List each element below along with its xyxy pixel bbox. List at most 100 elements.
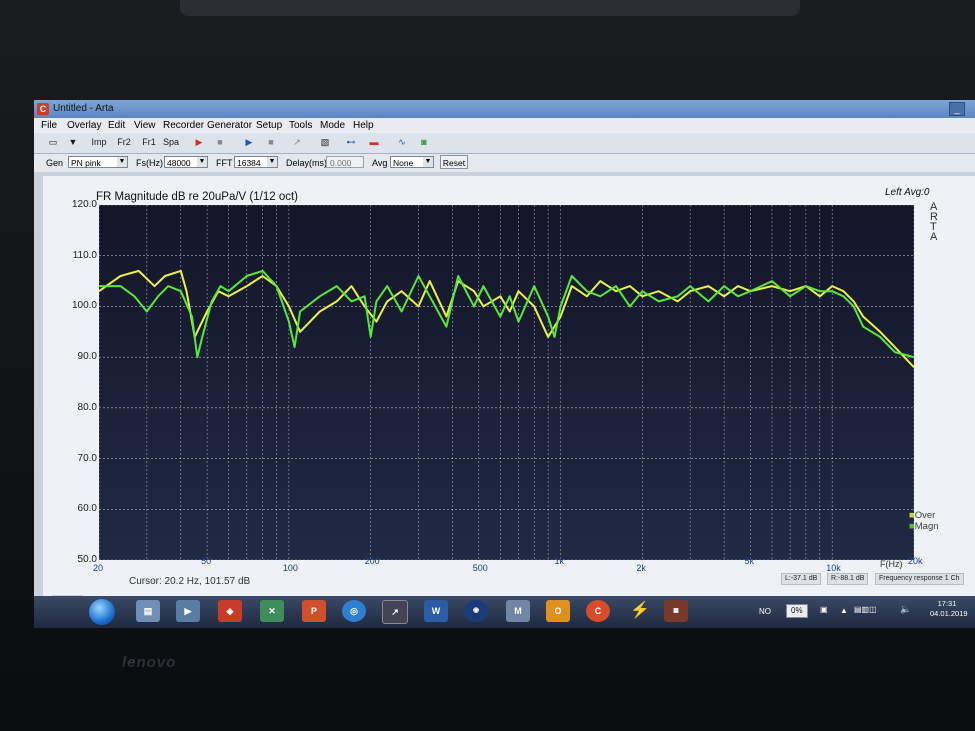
powerpoint-icon[interactable]: P	[302, 600, 326, 622]
menu-mode[interactable]: Mode	[320, 120, 345, 131]
tray-icon[interactable]: ▣	[820, 605, 828, 614]
play-icon[interactable]: ▶	[240, 135, 258, 150]
menu-help[interactable]: Help	[353, 120, 374, 131]
sample-rate-value: 48000	[167, 158, 191, 168]
menu-file[interactable]: File	[41, 120, 57, 131]
volume-icon[interactable]: 🔈	[900, 604, 911, 615]
menu-setup[interactable]: Setup	[256, 120, 282, 131]
x-tick-label: 100	[282, 563, 298, 573]
avg-select[interactable]: None ▼	[390, 156, 434, 168]
excel-icon[interactable]: ✕	[260, 600, 284, 622]
taskbar: ▤ ▶ ◈ ✕ P ◎ ↗ W ◉ M O C ⚡ ▦ NO 0% ▣ ▲ ▤▥…	[34, 596, 975, 628]
fft-select[interactable]: 16384 ▼	[234, 156, 278, 168]
fr1-button[interactable]: Fr1	[140, 135, 158, 150]
delay-label: Delay(ms)	[286, 158, 328, 168]
impulse-button[interactable]: Imp	[90, 135, 108, 150]
legend: ■Over ■Magn	[909, 510, 939, 532]
x-tick-label: 200	[364, 556, 380, 566]
menu-generator[interactable]: Generator	[207, 120, 252, 131]
menu-overlay[interactable]: Overlay	[67, 120, 101, 131]
x-tick-label: 50	[201, 556, 212, 566]
side-letter: A	[930, 231, 938, 243]
flag-icon[interactable]: ▬	[365, 135, 383, 150]
stop-icon[interactable]: ■	[262, 135, 280, 150]
y-tick-label: 80.0	[77, 401, 97, 413]
explorer-icon[interactable]: ▤	[136, 600, 160, 622]
menu-tools[interactable]: Tools	[289, 120, 312, 131]
lightning-icon[interactable]: ⚡	[628, 600, 652, 622]
spa-button[interactable]: Spa	[162, 135, 180, 150]
generator-bar: Gen PN pink ▼ Fs(Hz) 48000 ▼ FFT 16384 ▼ De…	[34, 154, 975, 172]
y-tick-label: 100.0	[71, 300, 97, 312]
plot-window: FR Magnitude dB re 20uPa/V (1/12 oct) Le…	[43, 176, 975, 602]
arta-app-icon: C	[37, 103, 49, 115]
x-tick-label: 5k	[744, 556, 754, 566]
probe-icon[interactable]: ⊷	[342, 135, 360, 150]
avg-value: None	[393, 158, 414, 168]
word-icon[interactable]: W	[424, 600, 448, 622]
title-bar[interactable]: C Untitled - Arta _	[34, 100, 975, 118]
x-tick-label: 500	[472, 563, 488, 573]
screen: C Untitled - Arta _ File Overlay Edit Vi…	[34, 100, 975, 628]
mode-status: Frequency response 1 Ch	[875, 573, 964, 585]
fr2-button[interactable]: Fr2	[115, 135, 133, 150]
toolbar: ▭ ▼ Imp Fr2 Fr1 Spa ▶ ■ ▶ ■ ↗ ▧ ⊷ ▬ ∿ ◙	[34, 133, 975, 154]
menu-edit[interactable]: Edit	[108, 120, 125, 131]
hatch-tool-icon[interactable]: ▧	[316, 135, 334, 150]
x-tick-label: 20	[93, 563, 104, 573]
generator-icon[interactable]: ∿	[393, 135, 411, 150]
legend-magn: ■Magn	[909, 521, 939, 532]
right-level: R:-88.1 dB	[827, 573, 869, 585]
open-file-icon[interactable]: ▼	[64, 135, 82, 150]
left-level: L:-37.1 dB	[781, 573, 822, 585]
y-tick-label: 70.0	[77, 452, 97, 464]
lenovo-logo: lenovo	[122, 654, 177, 671]
menu-view[interactable]: View	[134, 120, 156, 131]
start-button[interactable]	[89, 599, 115, 625]
bezel-highlight	[180, 0, 800, 16]
chevron-down-icon: ▼	[117, 157, 127, 167]
plot-title: FR Magnitude dB re 20uPa/V (1/12 oct)	[96, 191, 298, 203]
y-tick-label: 60.0	[77, 503, 97, 515]
x-tick-label: 1k	[554, 556, 565, 566]
reset-button[interactable]: Reset	[440, 155, 468, 169]
app-icon-m[interactable]: M	[506, 600, 530, 622]
frequency-response-chart[interactable]	[99, 205, 914, 560]
tray-up-icon[interactable]: ▲	[840, 606, 848, 615]
generator-select[interactable]: PN pink ▼	[68, 156, 128, 168]
arta-side-label: A R T A	[930, 202, 940, 243]
menu-recorder[interactable]: Recorder	[163, 120, 204, 131]
legend-over: ■Over	[909, 510, 936, 521]
y-tick-label: 110.0	[72, 249, 97, 261]
media-player-icon[interactable]: ▶	[176, 600, 200, 622]
arta-taskbar-icon[interactable]: C	[586, 600, 610, 622]
browser-icon[interactable]: ◎	[342, 600, 366, 622]
menu-bar: File Overlay Edit View Recorder Generato…	[34, 118, 975, 133]
tray-network-icon[interactable]: ▤▥◫	[854, 605, 877, 614]
fft-label: FFT	[216, 158, 233, 168]
fft-value: 16384	[237, 158, 261, 168]
sonos-icon[interactable]: ◉	[464, 600, 488, 622]
cursor-readout: Cursor: 20.2 Hz, 101.57 dB	[129, 576, 251, 587]
record-icon[interactable]: ▶	[190, 135, 208, 150]
scope-icon[interactable]: ◙	[415, 135, 433, 150]
chevron-down-icon: ▼	[423, 157, 433, 167]
outlook-icon[interactable]: O	[546, 600, 570, 622]
language-indicator[interactable]: NO	[759, 607, 771, 616]
channel-label: Left Avg:0	[885, 187, 930, 198]
gen-label: Gen	[46, 158, 64, 168]
percent-indicator[interactable]: 0%	[786, 604, 808, 618]
stop-record-icon[interactable]: ■	[211, 135, 229, 150]
y-tick-label: 90.0	[77, 351, 97, 363]
clock[interactable]: 17:31 04.01.2019	[930, 599, 968, 619]
legend-magn-label: Magn	[914, 521, 939, 532]
chevron-down-icon: ▼	[267, 157, 277, 167]
app-icon-arrow[interactable]: ↗	[382, 600, 408, 624]
sample-rate-select[interactable]: 48000 ▼	[164, 156, 208, 168]
delay-input[interactable]: 0.000	[326, 156, 364, 168]
new-file-icon[interactable]: ▭	[44, 135, 62, 150]
app-icon-stage[interactable]: ▦	[664, 600, 688, 622]
arrow-tool-icon[interactable]: ↗	[288, 135, 306, 150]
app-icon-red[interactable]: ◈	[218, 600, 242, 622]
minimize-button[interactable]: _	[949, 102, 965, 116]
